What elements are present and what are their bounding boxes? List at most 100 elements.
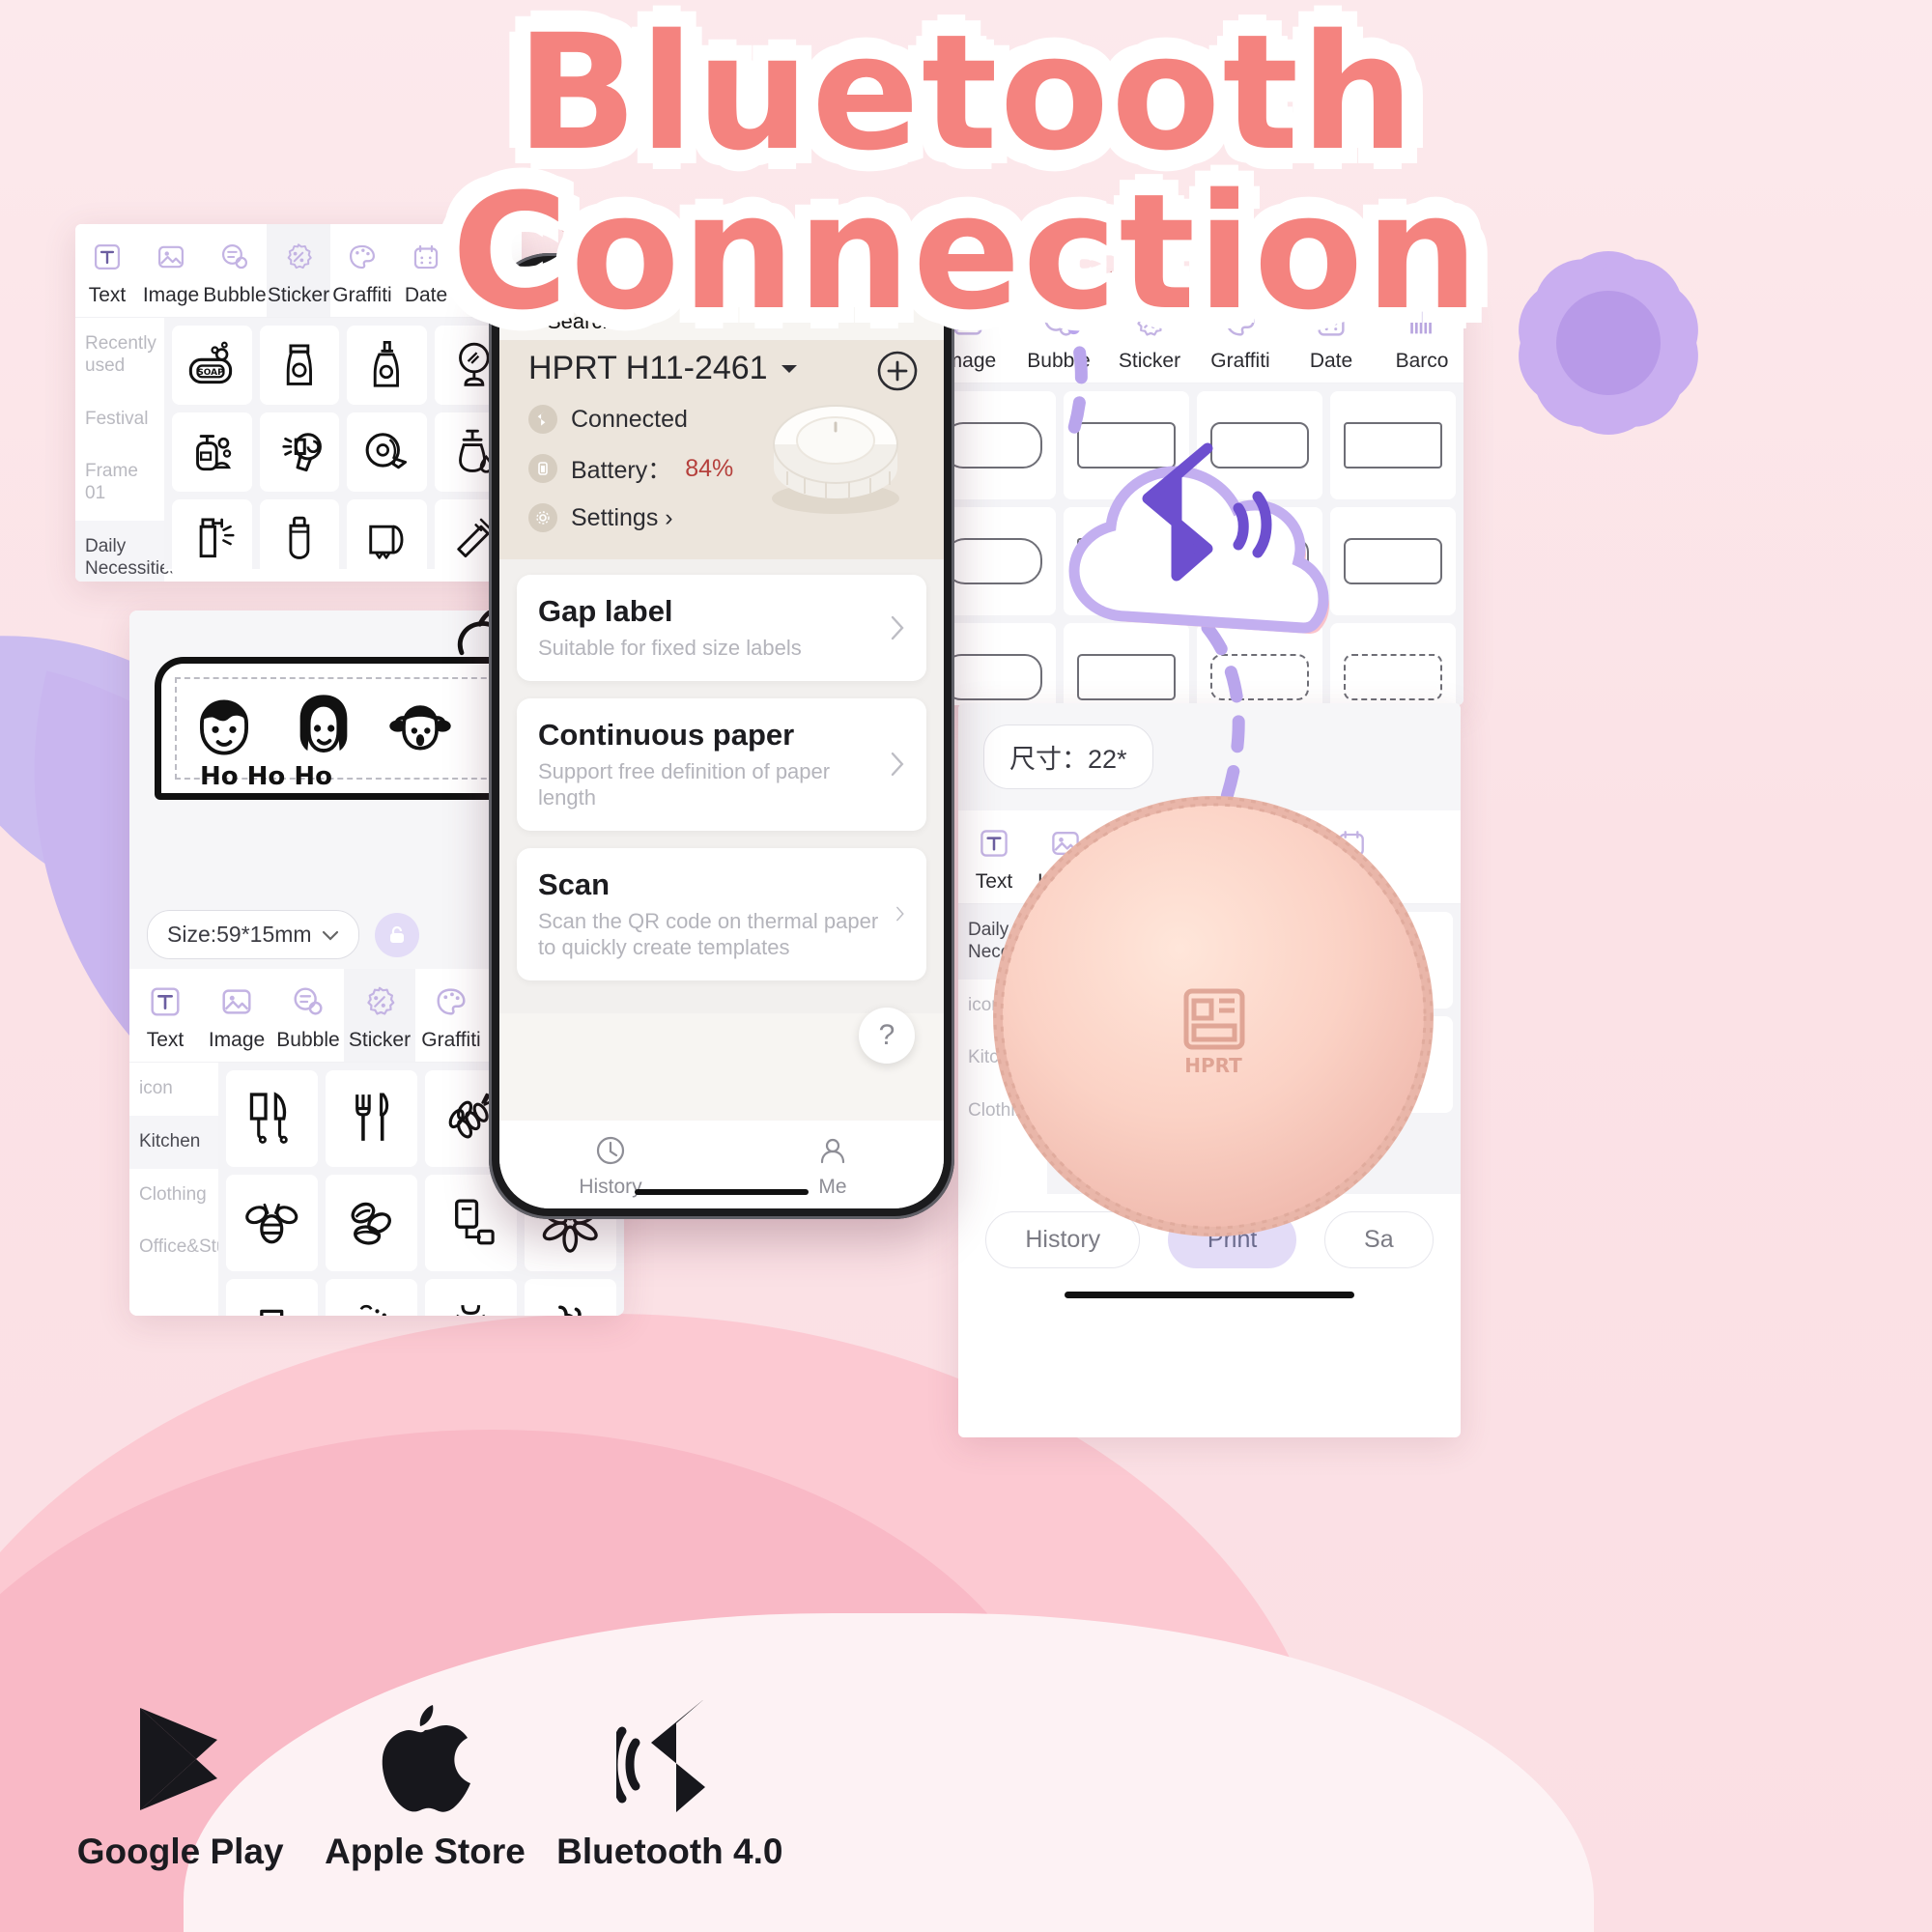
size-selector-4[interactable]: 尺寸：22* xyxy=(983,724,1153,789)
label-type-list: Gap label Suitable for fixed size labels… xyxy=(499,559,944,1013)
sticker-grid-1: SOAP xyxy=(164,318,522,579)
sticker-cell-knives[interactable] xyxy=(226,1070,318,1167)
sticker-cell-shampoo[interactable] xyxy=(259,326,339,405)
text-icon xyxy=(129,982,201,1021)
home-indicator-4 xyxy=(1065,1292,1354,1298)
apple-icon xyxy=(302,1696,547,1822)
sticker-cell-tape[interactable] xyxy=(347,412,427,492)
category-sidebar-2: icon Kitchen Clothing Office&Study xyxy=(129,1063,246,1316)
graffiti-icon xyxy=(415,982,487,1021)
store-label: Google Play xyxy=(76,1832,284,1871)
sidebar-item-frame-01[interactable]: Frame 01 xyxy=(75,445,164,521)
editor-body-1: Recently used Festival Frame 01 Daily Ne… xyxy=(75,318,522,582)
tool-label: Graffiti xyxy=(1210,350,1270,372)
sticker-cell-toothpaste[interactable] xyxy=(259,499,339,579)
help-button[interactable]: ? xyxy=(859,1008,915,1064)
sticker-cell-hairdryer[interactable] xyxy=(259,412,339,492)
svg-text:SOAP: SOAP xyxy=(198,368,225,378)
sticker-cell-sugar[interactable] xyxy=(226,1279,318,1316)
connected-label: Connected xyxy=(571,405,688,433)
label-card-subtitle: Support free definition of paper length xyxy=(538,758,831,810)
tool-label: Barco xyxy=(1395,350,1449,372)
svg-text:HPRT: HPRT xyxy=(1184,1054,1242,1077)
sticker-cell-lotion[interactable] xyxy=(347,326,427,405)
tool-text-2[interactable]: Text xyxy=(129,969,201,1062)
store-badges-row: Google Play Apple Store Bluetooth 4.0 xyxy=(58,1696,792,1872)
tab-label: History xyxy=(579,1176,642,1198)
tool-image-2[interactable]: Image xyxy=(201,969,272,1062)
face-girl-icon xyxy=(389,705,451,751)
store-label: Bluetooth 4.0 xyxy=(556,1832,783,1871)
sidebar-item-clothing[interactable]: Clothing xyxy=(129,1169,218,1222)
sticker-cell-cutlery[interactable] xyxy=(326,1070,417,1167)
chevron-right-icon xyxy=(896,906,905,922)
tool-label: Sticker xyxy=(348,1029,412,1051)
label-card-title: Scan xyxy=(538,867,611,901)
lock-button[interactable] xyxy=(374,912,419,957)
category-sidebar-1: Recently used Festival Frame 01 Daily Ne… xyxy=(75,318,179,582)
label-card-scan[interactable]: Scan Scan the QR code on thermal paper t… xyxy=(517,847,926,980)
sticker-cell-pot[interactable] xyxy=(326,1279,417,1316)
phone-tab-bar: History Me xyxy=(499,1121,944,1208)
person-icon xyxy=(820,1138,845,1164)
sidebar-item-daily-necessities[interactable]: Daily Necessities xyxy=(75,520,179,582)
printer-device-photo: HPRT xyxy=(987,790,1439,1242)
tool-label: Bubble xyxy=(276,1029,340,1051)
sidebar-item-kitchen[interactable]: Kitchen xyxy=(129,1115,218,1169)
face-boy-icon xyxy=(200,699,249,755)
lock-icon xyxy=(389,925,404,943)
sidebar-item-icon[interactable]: icon xyxy=(129,1063,218,1116)
store-bluetooth[interactable]: Bluetooth 4.0 xyxy=(548,1696,792,1872)
sticker-cell-soap[interactable]: SOAP xyxy=(172,326,252,405)
image-icon xyxy=(201,982,272,1021)
tool-sticker-2[interactable]: Sticker xyxy=(344,969,415,1062)
sidebar-item-festival[interactable]: Festival xyxy=(75,393,164,446)
bluetooth-icon xyxy=(548,1696,792,1822)
battery-small-icon xyxy=(528,454,557,483)
page-title: Bluetooth Connection xyxy=(446,0,1484,345)
chevron-down-icon xyxy=(322,930,338,941)
tool-label: Text xyxy=(146,1029,185,1051)
page-title-wrap: Bluetooth Connection xyxy=(0,0,1932,345)
frame-cell[interactable] xyxy=(1330,391,1456,499)
sticker-cell-bee[interactable] xyxy=(226,1175,318,1271)
size-label: Size:59*15mm xyxy=(167,922,312,947)
store-apple[interactable]: Apple Store xyxy=(302,1696,547,1872)
chevron-right-icon xyxy=(891,615,904,639)
store-label: Apple Store xyxy=(325,1832,526,1871)
bubble-icon xyxy=(272,982,344,1021)
sticker-cell-soap-dispenser[interactable] xyxy=(172,412,252,492)
phone-home-indicator xyxy=(635,1189,809,1195)
label-card-title: Gap label xyxy=(538,594,673,628)
tab-label: Me xyxy=(818,1176,847,1198)
label-card-continuous[interactable]: Continuous paper Support free definition… xyxy=(517,697,926,831)
frame-cell[interactable] xyxy=(1330,623,1456,705)
tool-label: Date xyxy=(1309,350,1353,372)
sticker-cell-chili[interactable] xyxy=(525,1279,616,1316)
tool-graffiti-2[interactable]: Graffiti xyxy=(415,969,487,1062)
sticker-cell-toilet-paper[interactable] xyxy=(347,499,427,579)
store-google-play[interactable]: Google Play xyxy=(58,1696,302,1872)
face-woman-icon xyxy=(299,695,348,753)
frame-cell[interactable] xyxy=(1330,507,1456,615)
chevron-right-icon xyxy=(891,752,904,777)
sidebar-item-office-study[interactable]: Office&Study xyxy=(129,1221,246,1274)
battery-value: 84% xyxy=(685,454,734,482)
size-selector-2[interactable]: Size:59*15mm xyxy=(147,910,359,959)
clock-icon xyxy=(596,1136,625,1165)
label-card-subtitle: Suitable for fixed size labels xyxy=(538,636,802,660)
tool-bubble-2[interactable]: Bubble xyxy=(272,969,344,1062)
label-card-gap[interactable]: Gap label Suitable for fixed size labels xyxy=(517,575,926,681)
sticker-icon xyxy=(344,982,415,1021)
device-name-text: HPRT H11-2461 xyxy=(528,350,768,386)
sticker-cell-spray[interactable] xyxy=(172,499,252,579)
label-card-subtitle: Scan the QR code on thermal paper to qui… xyxy=(538,908,879,960)
google-play-icon xyxy=(58,1696,302,1822)
bluetooth-cloud-badge xyxy=(1053,423,1343,636)
battery-label: Battery： xyxy=(571,457,672,484)
sticker-cell-apron[interactable] xyxy=(425,1279,517,1316)
gear-icon xyxy=(528,503,557,532)
tool-label: Graffiti xyxy=(421,1029,481,1051)
bluetooth-icon xyxy=(528,405,557,434)
sticker-cell-coffee-beans[interactable] xyxy=(326,1175,417,1271)
